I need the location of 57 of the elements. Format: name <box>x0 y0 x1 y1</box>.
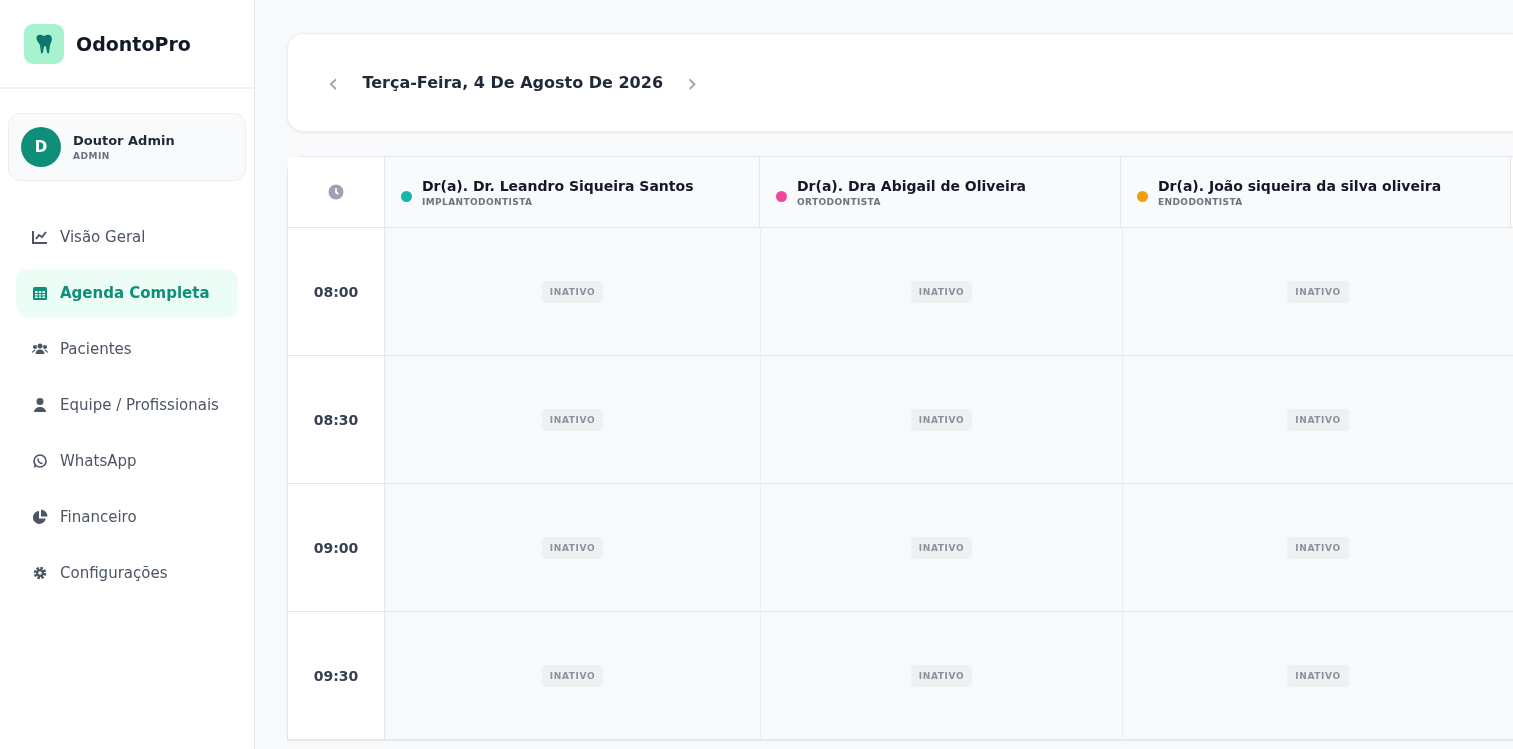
time-slot[interactable]: INATIVO <box>385 228 761 355</box>
chat-icon <box>32 453 48 469</box>
time-label: 09:30 <box>313 667 359 684</box>
status-badge: INATIVO <box>1287 536 1349 559</box>
status-badge: INATIVO <box>541 280 604 303</box>
nav-item[interactable]: Visão Geral <box>16 213 238 261</box>
time-slot[interactable]: INATIVO <box>761 356 1123 483</box>
time-slot[interactable]: INATIVO <box>1123 228 1513 355</box>
time-slot[interactable]: INATIVO <box>385 484 761 611</box>
date-title: Terça-Feira, 4 De Agosto De 2026 <box>362 73 663 92</box>
time-slot[interactable]: INATIVO <box>761 484 1123 611</box>
status-badge: INATIVO <box>910 536 973 559</box>
time-slot[interactable]: INATIVO <box>761 228 1123 355</box>
nav-item[interactable]: Pacientes <box>16 325 238 373</box>
status-badge: INATIVO <box>910 664 973 687</box>
status-badge: INATIVO <box>541 664 604 687</box>
time-label: 09:00 <box>313 539 359 556</box>
previous-day-button[interactable]: ‹ <box>324 69 343 96</box>
group-icon <box>32 341 48 357</box>
next-day-button[interactable]: › <box>683 69 702 96</box>
user-avatar: D <box>21 127 61 167</box>
doctor-name: Dr(a). João siqueira da silva oliveira <box>1158 177 1442 194</box>
nav-item[interactable]: Equipe / Profissionais <box>16 381 238 429</box>
doctor-specialty: ORTODONTISTA <box>797 196 882 207</box>
nav-item[interactable]: WhatsApp <box>16 437 238 485</box>
clock-icon <box>328 184 344 200</box>
person-icon <box>32 397 48 413</box>
time-label: 08:00 <box>313 283 359 300</box>
doctor-name: Dr(a). Dr. Leandro Siqueira Santos <box>422 177 694 194</box>
time-slot[interactable]: INATIVO <box>1123 612 1513 739</box>
doctor-name: Dr(a). Dra Abigail de Oliveira <box>797 177 1027 194</box>
doctor-specialty: ENDODONTISTA <box>1158 196 1244 207</box>
time-slot[interactable]: INATIVO <box>1123 484 1513 611</box>
time-slot[interactable]: INATIVO <box>761 612 1123 739</box>
brand-name: OdontoPro <box>76 32 191 55</box>
calendar-icon <box>32 285 48 301</box>
user-role: ADMIN <box>73 151 111 161</box>
status-badge: INATIVO <box>541 408 604 431</box>
status-badge: INATIVO <box>910 280 973 303</box>
pie-chart-icon <box>32 509 48 525</box>
user-name: Doutor Admin <box>73 133 175 148</box>
time-slot[interactable]: INATIVO <box>385 356 761 483</box>
status-badge: INATIVO <box>1287 280 1349 303</box>
time-label: 08:30 <box>313 411 359 428</box>
doctor-specialty: IMPLANTODONTISTA <box>422 196 534 207</box>
nav-item[interactable]: Financeiro <box>16 493 238 541</box>
status-badge: INATIVO <box>1287 408 1349 431</box>
chart-icon <box>32 229 48 245</box>
settings-icon <box>32 565 48 581</box>
time-slot[interactable]: INATIVO <box>385 612 761 739</box>
status-badge: INATIVO <box>1287 664 1349 687</box>
time-slot[interactable]: INATIVO <box>1123 356 1513 483</box>
status-badge: INATIVO <box>910 408 973 431</box>
tooth-logo-icon <box>24 23 64 64</box>
nav-item[interactable]: Configurações <box>16 549 238 597</box>
nav-item[interactable]: Agenda Completa <box>16 269 238 317</box>
status-badge: INATIVO <box>541 536 604 559</box>
